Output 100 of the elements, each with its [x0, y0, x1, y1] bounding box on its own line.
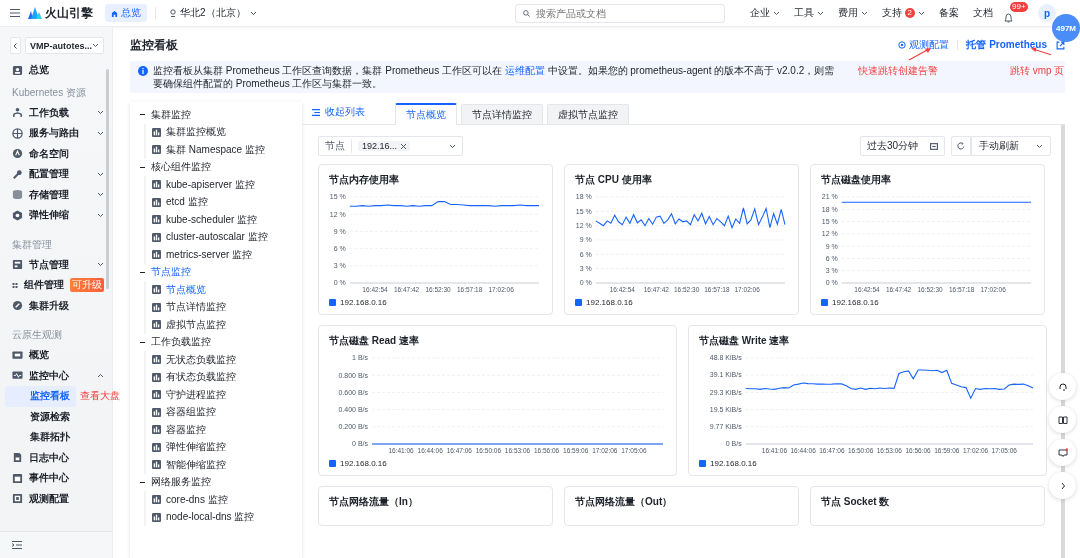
tree-group[interactable]: 网络服务监控	[140, 473, 211, 491]
collapse-icon	[140, 339, 145, 345]
refresh-select[interactable]: 手动刷新	[971, 136, 1051, 156]
menu-icon[interactable]	[10, 9, 20, 17]
collapse-icon	[140, 269, 145, 275]
caret-icon	[97, 212, 104, 218]
annotation-arrow	[1030, 46, 1052, 57]
sidebar-item[interactable]: 事件中心	[0, 468, 112, 489]
bar-chart-icon	[152, 215, 161, 225]
home-button[interactable]: 总览	[105, 4, 147, 22]
bar-chart-icon	[152, 302, 161, 312]
notification-badge: 99+	[1010, 2, 1028, 12]
calendar-icon	[930, 142, 938, 150]
sidebar-subitem[interactable]: 资源检索	[5, 406, 77, 427]
chart-title: 节点磁盘 Read 速率	[329, 334, 420, 348]
close-icon[interactable]	[401, 143, 407, 149]
tree-item[interactable]: kube-scheduler 监控	[152, 211, 258, 229]
nav-menu[interactable]: 支持 2	[878, 6, 928, 20]
collapse-icon[interactable]	[12, 541, 22, 549]
config-link[interactable]: 观测配置	[898, 38, 950, 52]
time-range-picker[interactable]: 过去30分钟	[859, 136, 945, 156]
tab[interactable]: 节点概览	[395, 103, 457, 125]
tree-group[interactable]: 集群监控	[140, 106, 191, 124]
bar-chart-icon	[152, 442, 161, 452]
count-badge: 2	[904, 8, 915, 18]
id-card-icon	[12, 64, 23, 76]
bar-chart-icon	[152, 372, 161, 382]
collapse-list-link[interactable]: 收起列表	[312, 105, 365, 119]
sidebar-item[interactable]: 概览	[0, 345, 112, 366]
tree-group[interactable]: 工作负载监控	[140, 333, 211, 351]
chart-title: 节点网络流量（In）	[329, 495, 419, 509]
search-field[interactable]: 搜索产品或文档	[514, 3, 725, 23]
message-icon	[1057, 447, 1068, 458]
sidebar-item[interactable]: 集群升级	[0, 295, 112, 316]
tree-item[interactable]: 节点详情监控	[152, 298, 226, 316]
sidebar-item[interactable]: 日志中心	[0, 447, 112, 468]
cluster-select[interactable]: VMP-autotes...	[25, 37, 104, 54]
tree-group[interactable]: 核心组件监控	[140, 158, 211, 176]
nav-menu[interactable]: 企业	[746, 6, 783, 20]
tab[interactable]: 虚拟节点监控	[547, 104, 629, 124]
caret-icon	[92, 43, 99, 48]
nav-menu[interactable]: 工具	[790, 6, 827, 20]
nav-menu[interactable]: 文档	[970, 6, 996, 20]
tree-item[interactable]: 容器监控	[152, 421, 206, 439]
sidebar-subitem[interactable]: 集群拓扑	[5, 427, 77, 448]
bar-chart-icon	[152, 285, 161, 295]
logo-text: 火山引擎	[45, 4, 93, 22]
memory-bubble: 497M	[1052, 14, 1080, 42]
tree-item[interactable]: 智能伸缩监控	[152, 456, 226, 474]
tree-item[interactable]: 集群监控概览	[152, 123, 226, 141]
legend-label: 192.168.0.16	[340, 459, 387, 468]
bar-chart-icon	[152, 355, 161, 365]
tree-item[interactable]: 有状态负载监控	[152, 368, 236, 386]
refresh-button[interactable]	[951, 136, 971, 156]
tree-item[interactable]: metrics-server 监控	[152, 246, 253, 264]
sidebar-item[interactable]: 服务与路由	[0, 123, 112, 144]
tree-item[interactable]: 容器组监控	[152, 403, 216, 421]
document-icon	[12, 452, 23, 464]
ops-config-link[interactable]: 运维配置	[504, 65, 545, 76]
person-icon	[12, 107, 23, 119]
nav-menu[interactable]: 备案	[936, 6, 962, 20]
sidebar-item[interactable]: 监控中心	[0, 365, 112, 386]
tab[interactable]: 节点详情监控	[461, 104, 543, 124]
hexagon-icon	[12, 209, 23, 221]
bell-icon[interactable]	[1004, 13, 1013, 23]
bar-chart-icon	[152, 390, 161, 400]
sidebar-item[interactable]: 工作负载	[0, 102, 112, 123]
logo-icon	[28, 7, 42, 19]
tree-item[interactable]: node-local-dns 监控	[152, 508, 255, 526]
back-button[interactable]	[10, 37, 21, 54]
floating-button[interactable]	[1049, 406, 1076, 433]
scrollbar[interactable]	[106, 69, 109, 289]
tree-item[interactable]: 弹性伸缩监控	[152, 438, 226, 456]
caret-icon	[772, 10, 780, 16]
sidebar-item[interactable]: 观测配置	[0, 488, 112, 509]
user-avatar[interactable]: p	[1038, 4, 1056, 22]
bar-chart-icon	[152, 197, 161, 207]
tree-item[interactable]: kube-apiserver 监控	[152, 176, 255, 194]
location-pin-icon	[170, 9, 176, 17]
legend-label: 192.168.0.16	[832, 298, 879, 307]
node-select[interactable]: 节点 192.16...	[318, 136, 463, 156]
tree-group[interactable]: 节点监控	[140, 263, 191, 281]
nav-menu[interactable]: 费用	[834, 6, 871, 20]
headset-icon	[1057, 381, 1068, 392]
annotation-text: 查看大盘	[80, 389, 120, 404]
tree-item[interactable]: core-dns 监控	[152, 491, 228, 509]
tree-item[interactable]: 虚拟节点监控	[152, 316, 226, 334]
tree-item[interactable]: 节点概览	[152, 281, 206, 299]
tree-item[interactable]: 集群 Namespace 监控	[152, 141, 265, 159]
tree-item[interactable]: 无状态负载监控	[152, 351, 236, 369]
sidebar-item[interactable]: 命名空间	[0, 143, 112, 164]
info-icon	[138, 66, 148, 76]
tree-item[interactable]: cluster-autoscalar 监控	[152, 228, 268, 246]
tree-item[interactable]: 守护进程监控	[152, 386, 226, 404]
region-selector[interactable]: 华北2（北京）	[164, 5, 263, 21]
sidebar-subitem[interactable]: 监控看板	[5, 386, 76, 407]
caret-icon	[449, 143, 456, 149]
caret-icon	[97, 110, 104, 116]
section-title: 云原生观测	[11, 328, 63, 342]
tree-item[interactable]: etcd 监控	[152, 193, 208, 211]
